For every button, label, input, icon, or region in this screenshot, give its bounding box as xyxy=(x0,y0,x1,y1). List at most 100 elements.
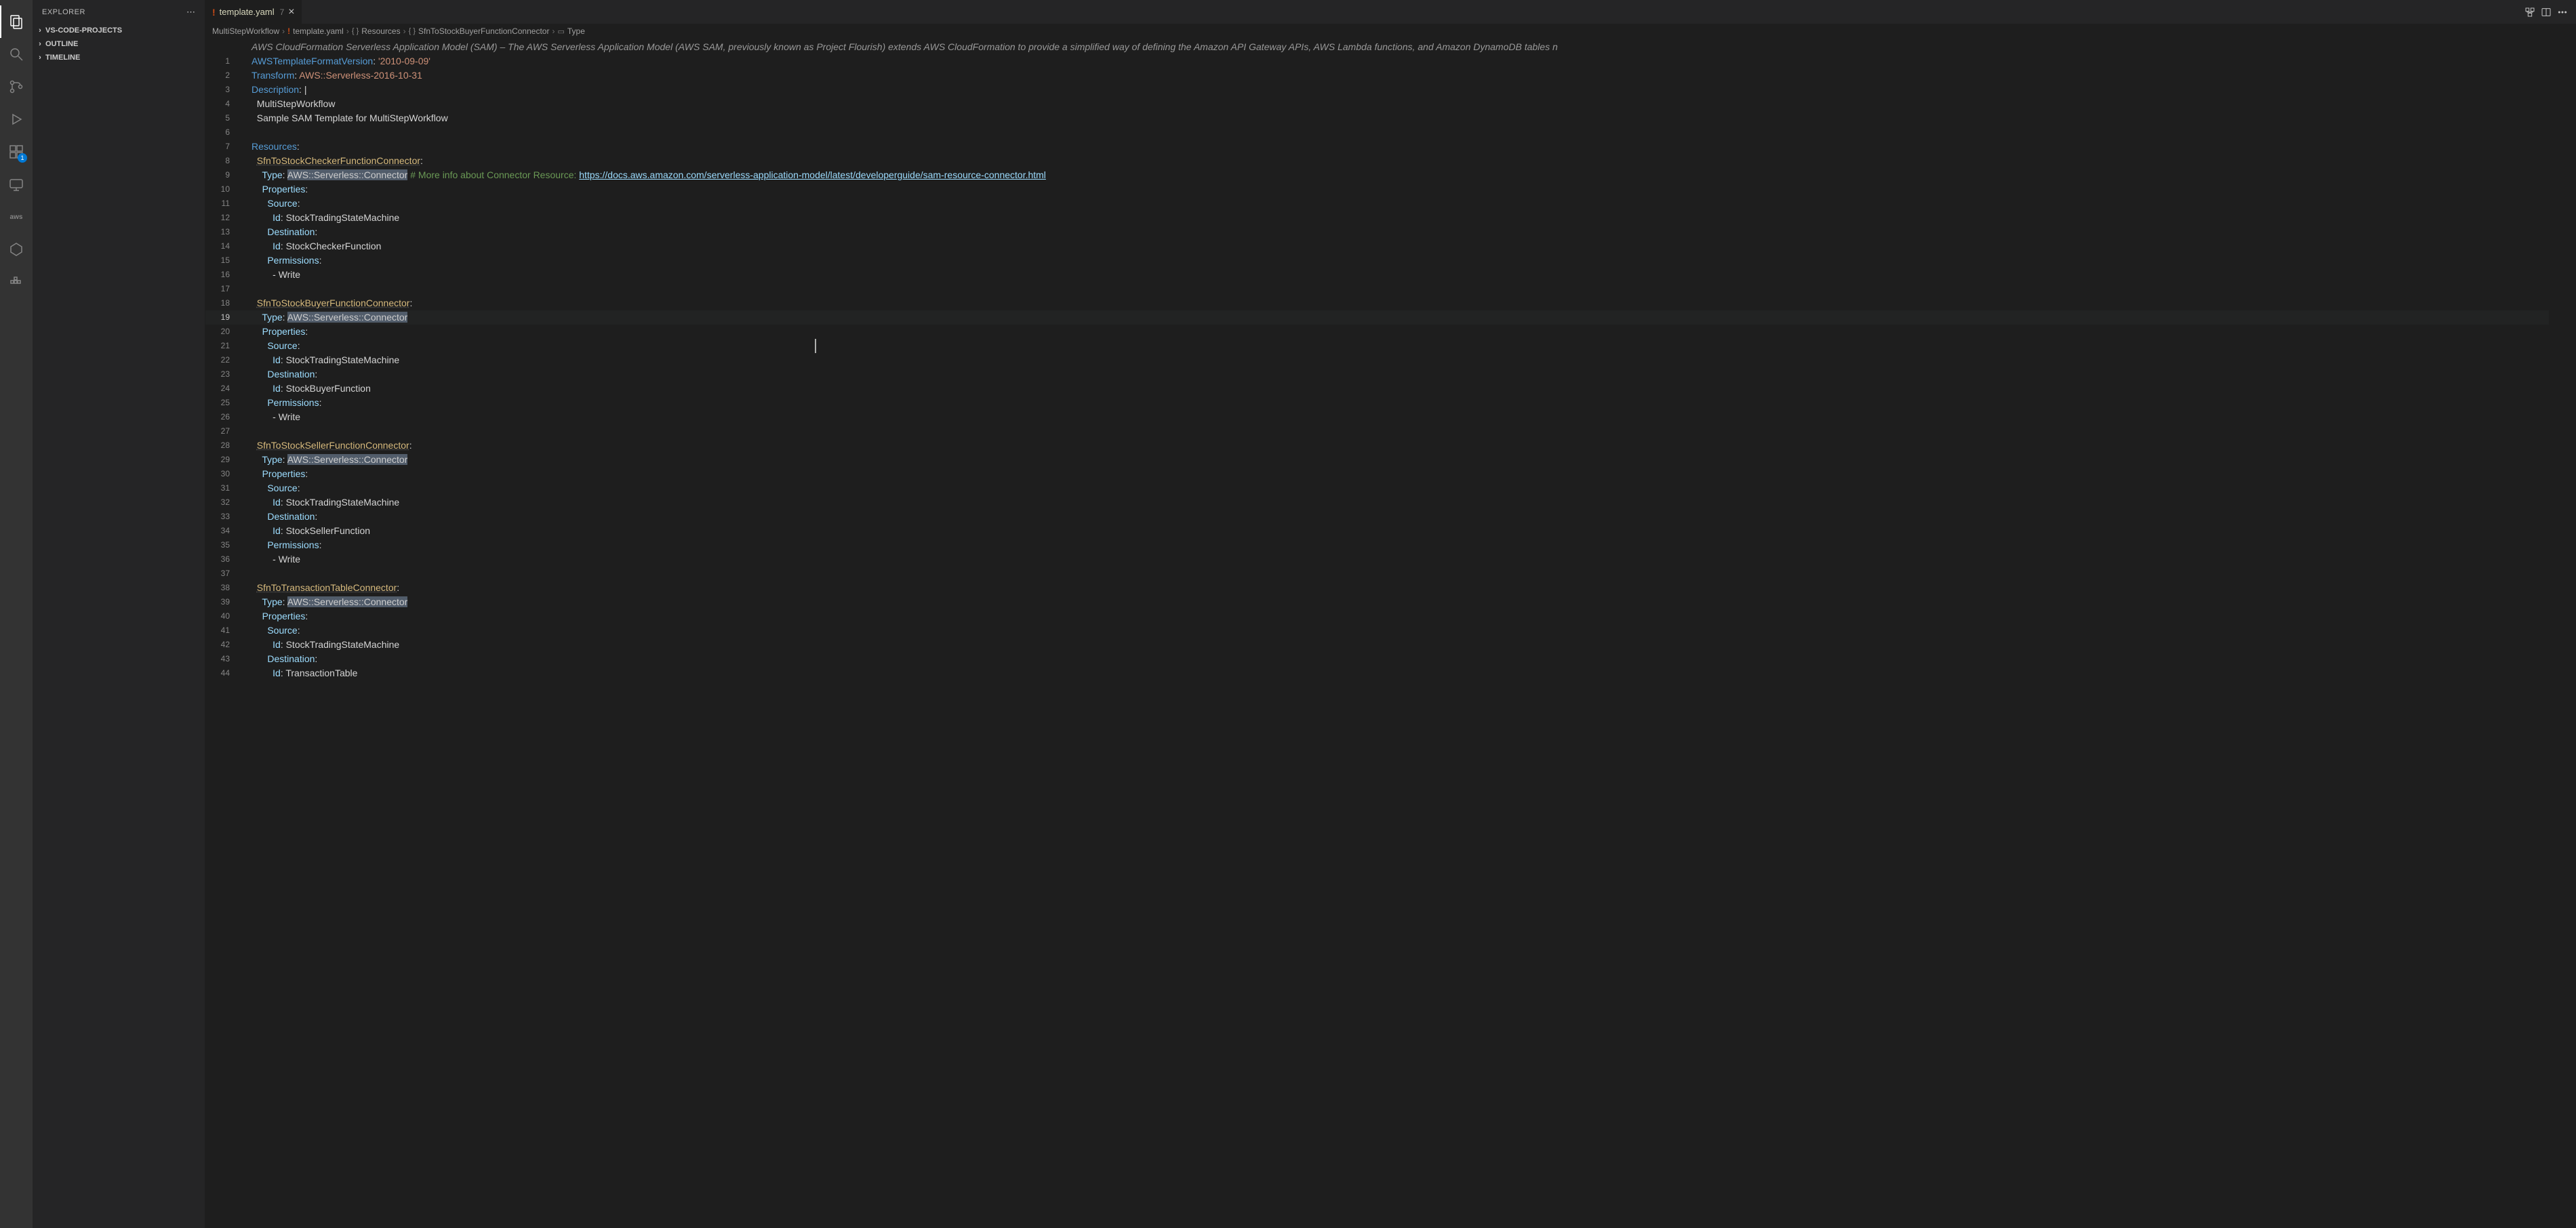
code-line[interactable]: 6 xyxy=(205,125,2576,140)
chevron-right-icon: › xyxy=(35,26,45,35)
line-number: 9 xyxy=(205,168,230,182)
line-number: 31 xyxy=(205,481,230,495)
code-line[interactable]: 12 Id: StockTradingStateMachine xyxy=(205,211,2576,225)
editor-tab[interactable]: ! template.yaml 7 × xyxy=(205,0,302,24)
breadcrumb-segment[interactable]: { }SfnToStockBuyerFunctionConnector xyxy=(409,26,550,36)
code-line[interactable]: 38 SfnToTransactionTableConnector: xyxy=(205,581,2576,595)
code-line[interactable]: 5 Sample SAM Template for MultiStepWorkf… xyxy=(205,111,2576,125)
explorer-view-icon[interactable] xyxy=(0,5,33,38)
code-line[interactable]: 32 Id: StockTradingStateMachine xyxy=(205,495,2576,510)
sidebar-section-outline[interactable]: › OUTLINE xyxy=(33,37,205,51)
breadcrumb[interactable]: MultiStepWorkflow › !template.yaml › { }… xyxy=(205,24,2576,39)
line-number: 26 xyxy=(205,410,230,424)
extensions-view-icon[interactable]: 1 xyxy=(0,136,33,168)
code-editor[interactable]: AWS CloudFormation Serverless Applicatio… xyxy=(205,39,2576,1228)
code-line[interactable]: 40 Properties: xyxy=(205,609,2576,623)
code-line[interactable]: 28 SfnToStockSellerFunctionConnector: xyxy=(205,438,2576,453)
remote-view-icon[interactable] xyxy=(0,168,33,201)
code-line[interactable]: 16 - Write xyxy=(205,268,2576,282)
sidebar-section-projects[interactable]: › VS-CODE-PROJECTS xyxy=(33,24,205,37)
code-line[interactable]: 23 Destination: xyxy=(205,367,2576,382)
line-number: 16 xyxy=(205,268,230,282)
code-line[interactable]: 41 Source: xyxy=(205,623,2576,638)
chevron-right-icon: › xyxy=(35,54,45,62)
run-debug-view-icon[interactable] xyxy=(0,103,33,136)
code-line[interactable]: 7Resources: xyxy=(205,140,2576,154)
code-line[interactable]: 29 Type: AWS::Serverless::Connector xyxy=(205,453,2576,467)
code-line[interactable]: 34 Id: StockSellerFunction xyxy=(205,524,2576,538)
code-line[interactable]: 31 Source: xyxy=(205,481,2576,495)
sidebar-header: EXPLORER ⋯ xyxy=(33,0,205,24)
code-line[interactable]: 4 MultiStepWorkflow xyxy=(205,97,2576,111)
sidebar-section-label: VS-CODE-PROJECTS xyxy=(45,26,122,35)
code-line[interactable]: 36 - Write xyxy=(205,552,2576,567)
line-number: 24 xyxy=(205,382,230,396)
line-number: 10 xyxy=(205,182,230,197)
line-number: 37 xyxy=(205,567,230,581)
code-line[interactable]: 20 Properties: xyxy=(205,325,2576,339)
sidebar-section-timeline[interactable]: › TIMELINE xyxy=(33,51,205,64)
docker-view-icon[interactable] xyxy=(0,266,33,298)
code-line[interactable]: 25 Permissions: xyxy=(205,396,2576,410)
chevron-right-icon: › xyxy=(552,26,555,36)
line-number: 12 xyxy=(205,211,230,225)
line-number: 39 xyxy=(205,595,230,609)
line-number: 32 xyxy=(205,495,230,510)
code-line[interactable]: 43 Destination: xyxy=(205,652,2576,666)
hexagon-view-icon[interactable] xyxy=(0,233,33,266)
breadcrumb-segment[interactable]: { }Resources xyxy=(352,26,401,36)
code-line[interactable]: 22 Id: StockTradingStateMachine xyxy=(205,353,2576,367)
code-line[interactable]: 35 Permissions: xyxy=(205,538,2576,552)
line-number: 2 xyxy=(205,68,230,83)
code-line[interactable]: 17 xyxy=(205,282,2576,296)
code-line[interactable]: 30 Properties: xyxy=(205,467,2576,481)
line-number: 34 xyxy=(205,524,230,538)
code-line[interactable]: 3Description: | xyxy=(205,83,2576,97)
code-line[interactable]: 42 Id: StockTradingStateMachine xyxy=(205,638,2576,652)
more-actions-icon[interactable] xyxy=(2557,7,2568,18)
line-number: 14 xyxy=(205,239,230,253)
source-control-view-icon[interactable] xyxy=(0,70,33,103)
breadcrumb-segment[interactable]: !template.yaml xyxy=(287,26,344,36)
sidebar-more-icon[interactable]: ⋯ xyxy=(186,7,195,18)
line-number: 35 xyxy=(205,538,230,552)
tab-filename: template.yaml xyxy=(220,7,275,17)
code-line[interactable]: 44 Id: TransactionTable xyxy=(205,666,2576,680)
chevron-right-icon: › xyxy=(282,26,285,36)
code-line[interactable]: 15 Permissions: xyxy=(205,253,2576,268)
aws-view-icon[interactable]: aws xyxy=(0,201,33,233)
line-number: 8 xyxy=(205,154,230,168)
code-line[interactable]: 19 Type: AWS::Serverless::Connector xyxy=(205,310,2576,325)
extensions-badge: 1 xyxy=(18,153,27,163)
search-view-icon[interactable] xyxy=(0,38,33,70)
code-line[interactable]: 10 Properties: xyxy=(205,182,2576,197)
code-line[interactable]: 14 Id: StockCheckerFunction xyxy=(205,239,2576,253)
code-line[interactable]: 26 - Write xyxy=(205,410,2576,424)
code-line[interactable]: 8 SfnToStockCheckerFunctionConnector: xyxy=(205,154,2576,168)
code-line[interactable]: 2Transform: AWS::Serverless-2016-10-31 xyxy=(205,68,2576,83)
split-editor-icon[interactable] xyxy=(2541,7,2552,18)
code-line[interactable]: 33 Destination: xyxy=(205,510,2576,524)
code-line[interactable]: 9 Type: AWS::Serverless::Connector # Mor… xyxy=(205,168,2576,182)
code-line[interactable]: 37 xyxy=(205,567,2576,581)
breadcrumb-segment[interactable]: MultiStepWorkflow xyxy=(212,26,279,36)
code-line[interactable]: 1AWSTemplateFormatVersion: '2010-09-09' xyxy=(205,54,2576,68)
line-number: 33 xyxy=(205,510,230,524)
line-number: 29 xyxy=(205,453,230,467)
line-number: 27 xyxy=(205,424,230,438)
object-icon: { } xyxy=(409,27,416,35)
line-number: 40 xyxy=(205,609,230,623)
code-line[interactable]: 18 SfnToStockBuyerFunctionConnector: xyxy=(205,296,2576,310)
code-line[interactable]: 13 Destination: xyxy=(205,225,2576,239)
line-number: 21 xyxy=(205,339,230,353)
explorer-sidebar: EXPLORER ⋯ › VS-CODE-PROJECTS › OUTLINE … xyxy=(33,0,205,1228)
breadcrumb-segment[interactable]: ▭Type xyxy=(557,26,584,36)
code-line[interactable]: 11 Source: xyxy=(205,197,2576,211)
render-workflow-icon[interactable] xyxy=(2524,7,2535,18)
code-line[interactable]: 24 Id: StockBuyerFunction xyxy=(205,382,2576,396)
code-line[interactable]: 27 xyxy=(205,424,2576,438)
code-line[interactable]: 21 Source: xyxy=(205,339,2576,353)
minimap[interactable] xyxy=(2549,39,2576,1228)
close-icon[interactable]: × xyxy=(288,7,294,18)
code-line[interactable]: 39 Type: AWS::Serverless::Connector xyxy=(205,595,2576,609)
